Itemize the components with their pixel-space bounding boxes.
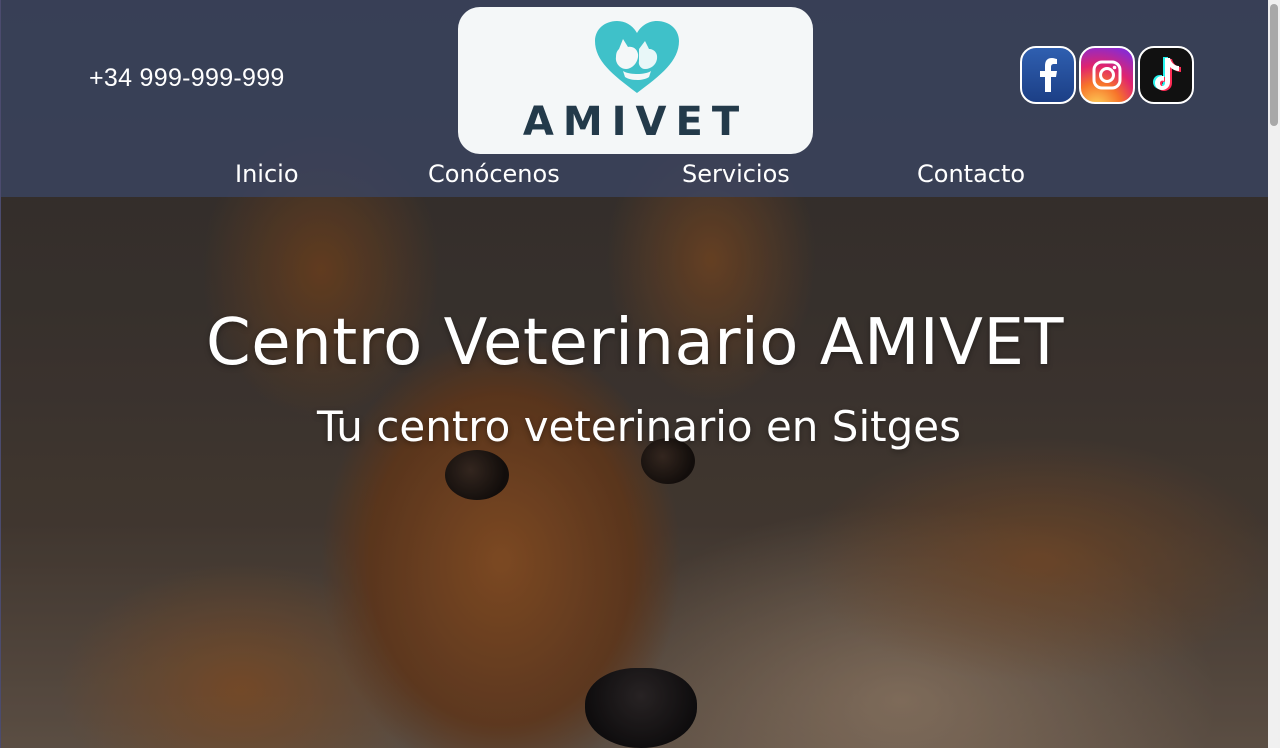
- hero-title: Centro Veterinario AMIVET: [206, 306, 1064, 380]
- site-header: +34 999-999-999 AMIVET Inicio Conócenos …: [1, 0, 1268, 197]
- facebook-button[interactable]: [1020, 46, 1076, 104]
- nav-link-contacto[interactable]: Contacto: [917, 160, 1025, 188]
- phone-number[interactable]: +34 999-999-999: [89, 64, 285, 93]
- instagram-button[interactable]: [1079, 46, 1135, 104]
- heart-cat-dog-icon: [595, 21, 679, 93]
- nav-link-servicios[interactable]: Servicios: [682, 160, 790, 188]
- tiktok-button[interactable]: [1138, 46, 1194, 104]
- nav-link-inicio[interactable]: Inicio: [235, 160, 299, 188]
- page-scrollbar[interactable]: [1268, 0, 1280, 748]
- nav-link-conocenos[interactable]: Conócenos: [428, 160, 560, 188]
- scrollbar-thumb[interactable]: [1270, 4, 1278, 126]
- instagram-icon: [1092, 60, 1122, 90]
- site-logo[interactable]: AMIVET: [458, 7, 813, 154]
- page-viewport: +34 999-999-999 AMIVET Inicio Conócenos …: [0, 0, 1268, 748]
- tiktok-icon: [1153, 57, 1181, 91]
- hero-subtitle: Tu centro veterinario en Sitges: [317, 402, 961, 451]
- logo-wordmark: AMIVET: [522, 99, 749, 145]
- facebook-icon: [1040, 58, 1057, 92]
